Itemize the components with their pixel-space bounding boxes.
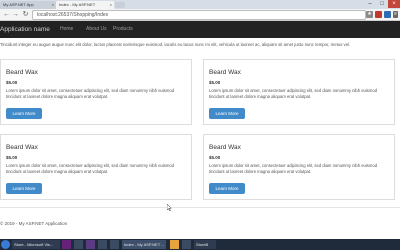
taskbar-item-store[interactable]: StoreB	[194, 240, 216, 249]
product-price: $5.00	[6, 155, 18, 160]
nav-link-about[interactable]: About Us	[86, 21, 107, 38]
mouse-cursor-icon	[167, 204, 172, 211]
maximize-icon[interactable]: □	[376, 0, 388, 8]
intro-text: Tincidunt integer eu augue augue nunc el…	[0, 42, 351, 47]
taskbar-app-icon[interactable]	[182, 240, 191, 249]
product-price: $5.00	[209, 80, 221, 85]
learn-more-button[interactable]: Learn More	[6, 183, 42, 194]
reload-icon[interactable]: ↻	[21, 10, 30, 19]
footer-divider	[0, 207, 400, 208]
taskbar: Store - Microsoft Vis... Index - My ASP.…	[0, 239, 400, 250]
product-title: Beard Wax	[6, 69, 38, 76]
browser-tab-bar: My ASP.NET App × Index - My ASP.NET × – …	[0, 0, 400, 9]
product-card: Beard Wax $5.00 Lorem ipsum dolor sit am…	[0, 134, 192, 200]
learn-more-button[interactable]: Learn More	[209, 183, 245, 194]
browser-toolbar: ← → ↻ localhost:26537/Shopping/Index ★ ≡	[0, 9, 400, 21]
menu-icon[interactable]: ≡	[393, 11, 398, 18]
product-price: $5.00	[209, 155, 221, 160]
close-window-icon[interactable]: ×	[388, 0, 400, 8]
footer-text: © 2019 - My ASP.NET Application	[0, 221, 68, 226]
product-card: Beard Wax $5.00 Lorem ipsum dolor sit am…	[203, 59, 395, 125]
extension-icon[interactable]	[375, 11, 382, 18]
minimize-icon[interactable]: –	[364, 0, 376, 8]
tab-label: Index - My ASP.NET	[59, 2, 96, 7]
back-arrow-icon[interactable]: ←	[2, 10, 11, 19]
product-description: Lorem ipsum dolor sit amet, consectetuer…	[209, 88, 378, 99]
taskbar-app-icon[interactable]	[98, 240, 107, 249]
folder-icon[interactable]	[170, 240, 179, 249]
close-tab-icon[interactable]: ×	[52, 1, 54, 9]
learn-more-button[interactable]: Learn More	[209, 108, 245, 119]
close-tab-icon[interactable]: ×	[110, 1, 112, 9]
product-price: $5.00	[6, 80, 18, 85]
new-tab-button[interactable]	[115, 2, 125, 8]
start-button[interactable]	[1, 240, 10, 249]
visual-studio-icon[interactable]	[62, 240, 71, 249]
learn-more-button[interactable]: Learn More	[6, 108, 42, 119]
product-card: Beard Wax $5.00 Lorem ipsum dolor sit am…	[0, 59, 192, 125]
browser-tab-inactive[interactable]: My ASP.NET App ×	[0, 1, 56, 9]
product-description: Lorem ipsum dolor sit amet, consectetuer…	[6, 163, 175, 174]
browser-tab-active[interactable]: Index - My ASP.NET ×	[56, 1, 114, 9]
taskbar-app-icon[interactable]	[74, 240, 83, 249]
address-bar[interactable]: localhost:26537/Shopping/Index	[32, 10, 366, 20]
forward-arrow-icon[interactable]: →	[11, 10, 20, 19]
taskbar-item-visual-studio[interactable]: Store - Microsoft Vis...	[12, 240, 60, 249]
product-card: Beard Wax $5.00 Lorem ipsum dolor sit am…	[203, 134, 395, 200]
product-title: Beard Wax	[209, 144, 241, 151]
taskbar-app-icon[interactable]	[110, 240, 119, 249]
taskbar-app-icon[interactable]	[86, 240, 95, 249]
extension-icon[interactable]	[384, 11, 391, 18]
nav-link-home[interactable]: Home	[60, 21, 73, 38]
product-description: Lorem ipsum dolor sit amet, consectetuer…	[6, 88, 175, 99]
taskbar-item-browser[interactable]: Index - My ASP.NET ...	[122, 240, 166, 249]
nav-link-products[interactable]: Products	[113, 21, 133, 38]
product-title: Beard Wax	[6, 144, 38, 151]
brand-link[interactable]: Application name	[0, 21, 50, 38]
product-description: Lorem ipsum dolor sit amet, consectetuer…	[209, 163, 378, 174]
bookmark-star-icon[interactable]: ★	[366, 11, 373, 18]
app-navbar: Application name Home About Us Products	[0, 21, 400, 38]
product-title: Beard Wax	[209, 69, 241, 76]
tab-label: My ASP.NET App	[3, 2, 34, 7]
